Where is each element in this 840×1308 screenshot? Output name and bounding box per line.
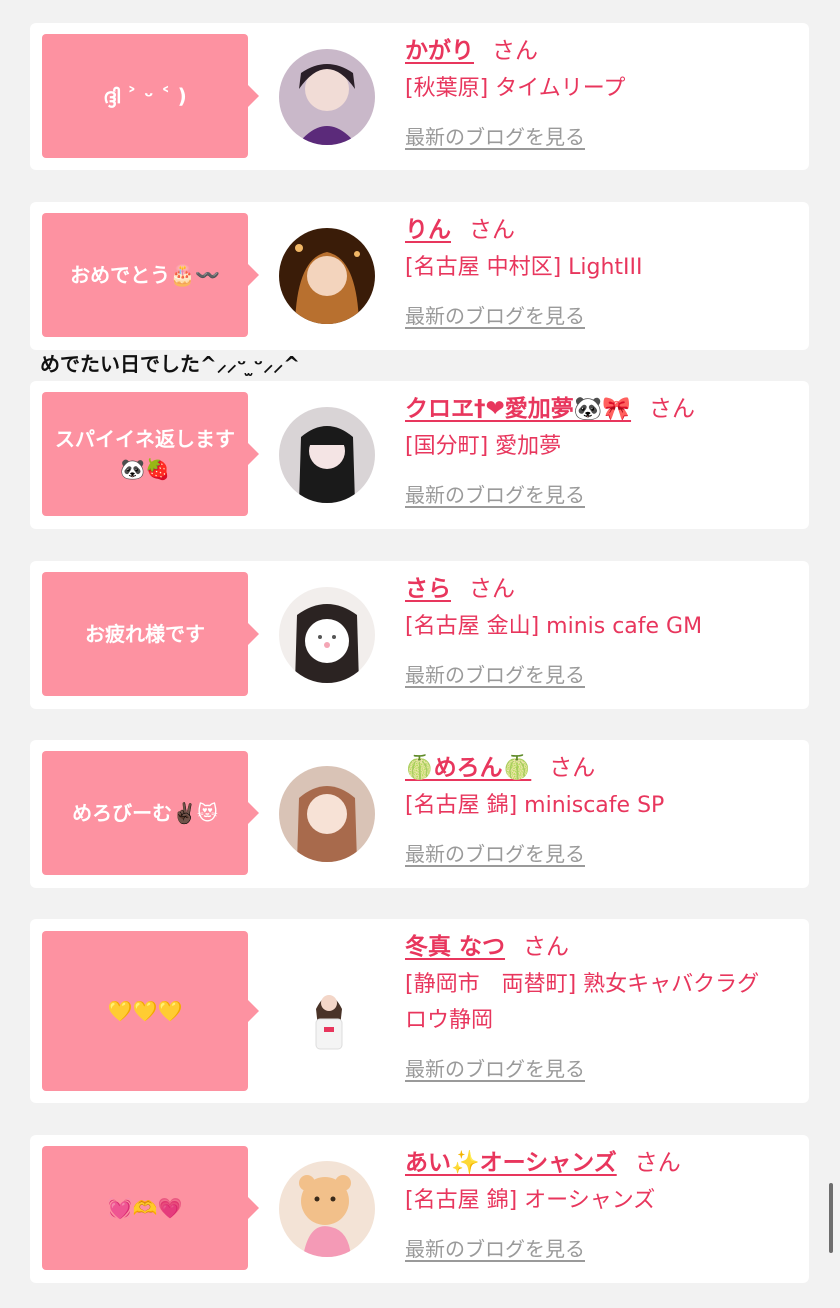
message-text: スパイイネ返します🐼🍓 (55, 427, 235, 481)
girl-name-link[interactable]: かがり (405, 38, 474, 64)
avatar[interactable] (279, 407, 375, 503)
girl-info: さら さん [名古屋 金山] minis cafe GM 最新のブログを見る (405, 573, 789, 688)
avatar[interactable] (279, 49, 375, 145)
avatar-image (279, 1161, 375, 1257)
blog-card: 💛💛💛 冬真 なつ さん [静岡市 両替町] 熟女キャバクラグロウ静岡 最新のブロ… (30, 919, 809, 1103)
blog-card: お疲れ様です さら さん [名古屋 金山] minis cafe GM 最新のブロ… (30, 561, 809, 709)
shop-info: [名古屋 中村区] LightIII (405, 255, 643, 280)
avatar-image (279, 587, 375, 683)
avatar-image (302, 979, 356, 1059)
girl-info: 🍈めろん🍈 さん [名古屋 錦] miniscafe SP 最新のブログを見る (405, 752, 789, 867)
girl-name-link[interactable]: 🍈めろん🍈 (405, 755, 531, 781)
honorific: さん (469, 217, 515, 243)
avatar[interactable] (279, 1161, 375, 1257)
girl-info: かがり さん [秋葉原] タイムリープ 最新のブログを見る (405, 35, 789, 150)
avatar[interactable] (302, 979, 356, 1059)
blog-card: おめでとう🎂〰️ りん さん [名古屋 中村区] LightIII 最新のブログを… (30, 202, 809, 350)
message-text: ദ്ദി ˃ ᵕ ˂ ) (103, 84, 187, 108)
girl-info: 冬真 なつ さん [静岡市 両替町] 熟女キャバクラグロウ静岡 最新のブログを見る (405, 931, 789, 1082)
girl-name-link[interactable]: りん (405, 217, 451, 243)
shop-info: [名古屋 錦] miniscafe SP (405, 793, 665, 818)
latest-blog-link[interactable]: 最新のブログを見る (405, 1233, 585, 1262)
honorific: さん (492, 38, 538, 64)
message-bubble: スパイイネ返します🐼🍓 (42, 392, 259, 516)
floating-comment: めでたい日でした^⸝⸝ᵕ ̫ᵕ⸝⸝^ (40, 352, 300, 376)
shop-info: [秋葉原] タイムリープ (405, 76, 626, 101)
avatar[interactable] (279, 587, 375, 683)
avatar-image (279, 228, 375, 324)
girl-info: りん さん [名古屋 中村区] LightIII 最新のブログを見る (405, 214, 789, 329)
blog-card: 💓🫶💗 あい✨オーシャンズ さん [名古屋 錦] オーシャンズ 最新のブログを見る (30, 1135, 809, 1283)
blog-card: めろびーむ✌🏿😻 🍈めろん🍈 さん [名古屋 錦] miniscafe SP 最新… (30, 740, 809, 888)
honorific: さん (549, 755, 596, 781)
latest-blog-link[interactable]: 最新のブログを見る (405, 659, 585, 688)
shop-info: [国分町] 愛加夢 (405, 434, 562, 459)
honorific: さん (634, 1150, 681, 1176)
message-text: お疲れ様です (85, 622, 205, 646)
avatar-image (279, 49, 375, 145)
avatar[interactable] (279, 228, 375, 324)
message-bubble: おめでとう🎂〰️ (42, 213, 259, 337)
girl-name-link[interactable]: クロヱ†❤愛加夢🐼🎀 (405, 396, 631, 422)
message-bubble: 💛💛💛 (42, 931, 259, 1091)
shop-info: [静岡市 両替町] 熟女キャバクラグロウ静岡 (405, 972, 760, 1033)
avatar-image (279, 407, 375, 503)
girl-name-link[interactable]: あい✨オーシャンズ (405, 1150, 617, 1176)
avatar[interactable] (279, 766, 375, 862)
message-bubble: お疲れ様です (42, 572, 259, 696)
honorific: さん (469, 576, 515, 602)
honorific: さん (523, 934, 570, 960)
message-text: めろびーむ✌🏿😻 (72, 801, 218, 825)
message-text: 💛💛💛 (107, 999, 183, 1023)
latest-blog-link[interactable]: 最新のブログを見る (405, 479, 585, 508)
honorific: さん (649, 396, 696, 422)
shop-info: [名古屋 錦] オーシャンズ (405, 1188, 656, 1213)
shop-info: [名古屋 金山] minis cafe GM (405, 614, 703, 639)
latest-blog-link[interactable]: 最新のブログを見る (405, 121, 585, 150)
girl-name-link[interactable]: さら (405, 576, 451, 602)
blog-card: ദ്ദി ˃ ᵕ ˂ ) かがり さん [秋葉原] タイムリープ 最新のブログを見… (30, 23, 809, 170)
girl-name-link[interactable]: 冬真 なつ (405, 934, 505, 960)
avatar-image (279, 766, 375, 862)
latest-blog-link[interactable]: 最新のブログを見る (405, 838, 585, 867)
latest-blog-link[interactable]: 最新のブログを見る (405, 300, 585, 329)
message-bubble: めろびーむ✌🏿😻 (42, 751, 259, 875)
girl-info: クロヱ†❤愛加夢🐼🎀 さん [国分町] 愛加夢 最新のブログを見る (405, 393, 789, 508)
message-text: おめでとう🎂〰️ (70, 263, 220, 287)
blog-card: スパイイネ返します🐼🍓 クロヱ†❤愛加夢🐼🎀 さん [国分町] 愛加夢 最新のブロ… (30, 381, 809, 529)
message-text: 💓🫶💗 (107, 1196, 183, 1220)
message-bubble: ദ്ദി ˃ ᵕ ˂ ) (42, 34, 259, 158)
scrollbar[interactable] (829, 1183, 833, 1253)
latest-blog-link[interactable]: 最新のブログを見る (405, 1053, 585, 1082)
girl-info: あい✨オーシャンズ さん [名古屋 錦] オーシャンズ 最新のブログを見る (405, 1147, 789, 1262)
message-bubble: 💓🫶💗 (42, 1146, 259, 1270)
